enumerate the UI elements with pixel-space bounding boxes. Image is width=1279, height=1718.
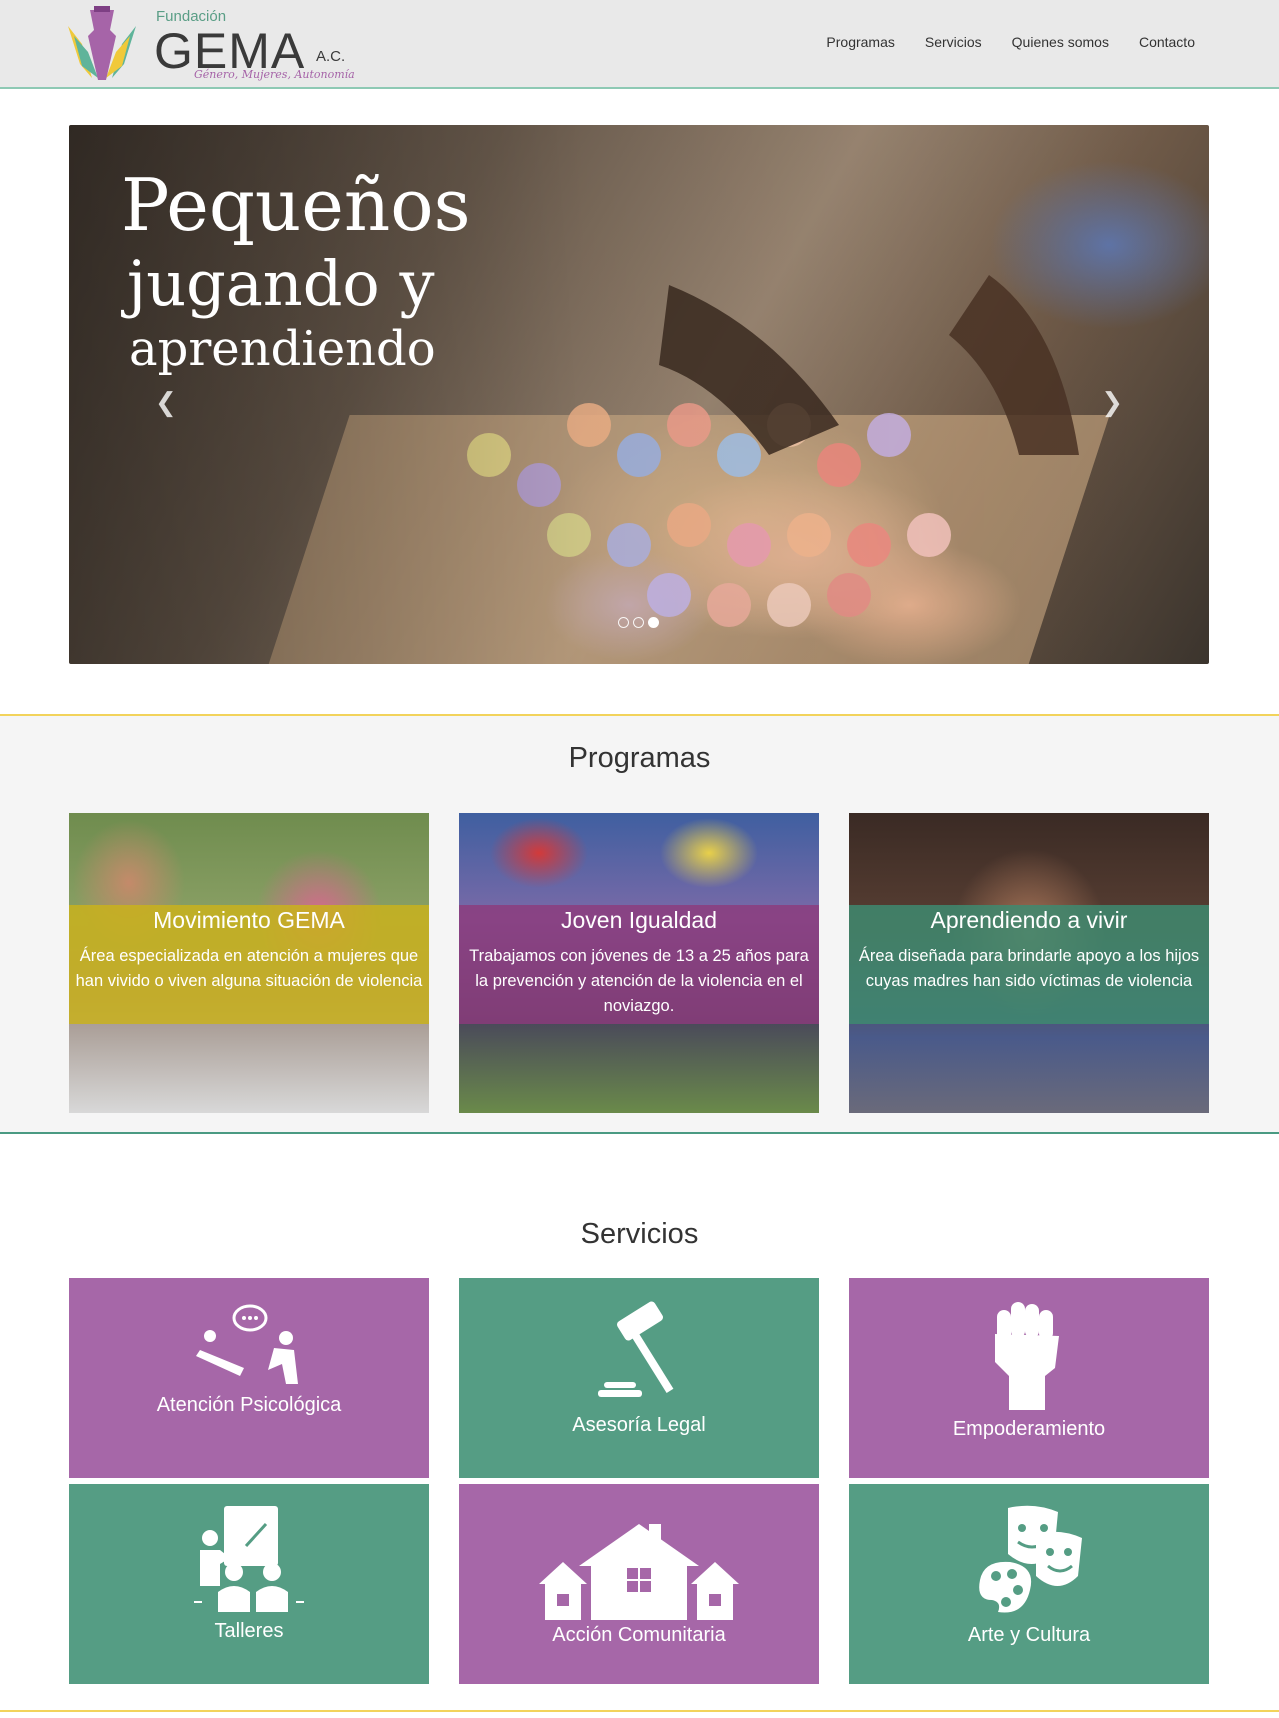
slider-dot-2[interactable]	[633, 617, 644, 628]
therapy-icon	[196, 1304, 298, 1384]
service-label: Talleres	[214, 1620, 284, 1642]
service-asesoria-legal[interactable]: Asesoría Legal	[459, 1278, 819, 1478]
site-header: Fundación GEMA A.C. Género, Mujeres, Aut…	[0, 0, 1279, 89]
program-band: Movimiento GEMA Área especializada en at…	[69, 905, 429, 1024]
logo[interactable]: Fundación GEMA A.C. Género, Mujeres, Aut…	[62, 6, 362, 84]
program-card-aprendiendo-a-vivir[interactable]: Aprendiendo a vivir Área diseñada para b…	[849, 813, 1209, 1113]
hero-heading: Pequeños jugando y aprendiendo	[121, 163, 471, 377]
programas-title: Programas	[568, 742, 711, 774]
chevron-left-icon[interactable]: ❮	[155, 387, 177, 418]
nav-servicios[interactable]: Servicios	[925, 34, 982, 50]
chevron-right-icon[interactable]: ❯	[1101, 387, 1123, 418]
slider-dot-1[interactable]	[618, 617, 629, 628]
footer-divider	[0, 1710, 1279, 1712]
service-accion-comunitaria[interactable]: Acción Comunitaria	[459, 1484, 819, 1684]
service-label: Arte y Cultura	[967, 1624, 1091, 1646]
service-arte-y-cultura[interactable]: Arte y Cultura	[849, 1484, 1209, 1684]
theater-masks-icon	[979, 1505, 1082, 1613]
slider-dot-3[interactable]	[648, 617, 659, 628]
service-talleres[interactable]: Talleres	[69, 1484, 429, 1684]
program-description: Área diseñada para brindarle apoyo a los…	[858, 947, 1200, 990]
service-label: Acción Comunitaria	[552, 1624, 726, 1646]
fist-icon	[995, 1302, 1059, 1410]
program-band: Aprendiendo a vivir Área diseñada para b…	[849, 905, 1209, 1024]
program-title: Aprendiendo a vivir	[930, 907, 1128, 933]
program-description: Trabajamos con jóvenes de 13 a 25 años p…	[469, 947, 809, 1015]
program-title: Joven Igualdad	[560, 907, 717, 933]
program-title: Movimiento GEMA	[153, 907, 345, 933]
hero-line-3: aprendiendo	[129, 321, 436, 377]
nav-quienes-somos[interactable]: Quienes somos	[1012, 34, 1109, 50]
program-description: Área especializada en atención a mujeres…	[75, 947, 423, 990]
hero-slider: Pequeños jugando y aprendiendo ❮ ❯	[69, 125, 1209, 664]
service-label: Empoderamiento	[952, 1418, 1106, 1440]
teacher-icon	[194, 1506, 304, 1612]
logo-icon	[68, 6, 136, 80]
slider-indicators	[618, 617, 659, 628]
servicios-title: Servicios	[580, 1218, 699, 1250]
logo-suffix: A.C.	[316, 48, 346, 65]
logo-tagline: Género, Mujeres, Autonomía	[194, 68, 355, 81]
nav-contacto[interactable]: Contacto	[1139, 34, 1195, 50]
service-atencion-psicologica[interactable]: Atención Psicológica	[69, 1278, 429, 1478]
program-band: Joven Igualdad Trabajamos con jóvenes de…	[459, 905, 819, 1024]
hero-line-1: Pequeños	[121, 163, 471, 247]
service-empoderamiento[interactable]: Empoderamiento	[849, 1278, 1209, 1478]
program-card-movimiento-gema[interactable]: Movimiento GEMA Área especializada en at…	[69, 813, 429, 1113]
hero-line-2: jugando y	[127, 247, 435, 320]
nav-programas[interactable]: Programas	[826, 34, 894, 50]
service-label: Asesoría Legal	[572, 1414, 706, 1436]
houses-icon	[539, 1524, 739, 1620]
programas-section: Programas Movimiento GEMA Área especiali…	[0, 714, 1279, 1134]
program-card-joven-igualdad[interactable]: Joven Igualdad Trabajamos con jóvenes de…	[459, 813, 819, 1113]
main-nav: Programas Servicios Quienes somos Contac…	[826, 34, 1195, 50]
gavel-icon	[598, 1301, 674, 1397]
service-label: Atención Psicológica	[156, 1394, 342, 1416]
